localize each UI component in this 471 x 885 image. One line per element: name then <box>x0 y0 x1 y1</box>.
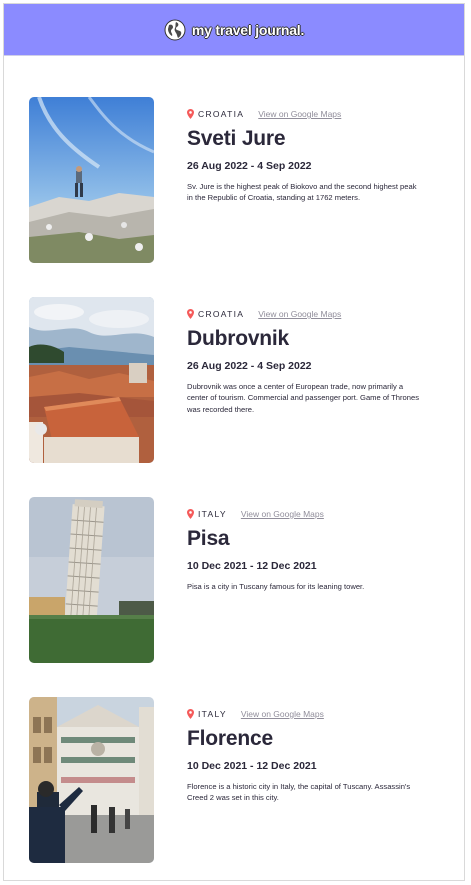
entry-photo <box>29 497 154 663</box>
globe-icon <box>164 19 186 40</box>
entry-location-row: ITALY View on Google Maps <box>187 707 427 721</box>
entry-info: CROATIA View on Google Maps Sveti Jure 2… <box>187 97 427 264</box>
entry-description: Pisa is a city in Tuscany famous for its… <box>187 582 365 591</box>
entry-info: ITALY View on Google Maps Florence 10 De… <box>187 697 427 864</box>
location-pin-icon <box>187 109 194 119</box>
entry-description: Dubrovnik was once a center of European … <box>187 382 419 414</box>
cathedral-square-photo <box>29 697 154 863</box>
mountain-peak-photo <box>29 97 154 263</box>
location-pin-icon <box>187 309 194 319</box>
journal-entry: CROATIA View on Google Maps Dubrovnik 26… <box>29 297 439 464</box>
entry-location-row: CROATIA View on Google Maps <box>187 107 427 121</box>
entry-title: Pisa <box>187 527 230 550</box>
app-frame: my travel journal. CROATIA View on Googl… <box>3 3 465 881</box>
google-maps-link[interactable]: View on Google Maps <box>258 109 341 119</box>
entry-photo <box>29 697 154 863</box>
leaning-tower-photo <box>29 497 154 663</box>
journal-entry: ITALY View on Google Maps Florence 10 De… <box>29 697 439 864</box>
entry-title: Dubrovnik <box>187 327 290 350</box>
entry-photo <box>29 97 154 263</box>
app-brand-title: my travel journal. <box>191 21 305 38</box>
entry-country: CROATIA <box>198 309 245 319</box>
entry-country: ITALY <box>198 509 227 519</box>
entry-dates: 10 Dec 2021 - 12 Dec 2021 <box>187 760 317 772</box>
entry-description: Sv. Jure is the highest peak of Biokovo … <box>187 182 417 203</box>
google-maps-link[interactable]: View on Google Maps <box>258 309 341 319</box>
app-header: my travel journal. <box>4 4 464 56</box>
entry-dates: 26 Aug 2022 - 4 Sep 2022 <box>187 160 312 172</box>
entry-info: CROATIA View on Google Maps Dubrovnik 26… <box>187 297 427 464</box>
entry-description: Florence is a historic city in Italy, th… <box>187 782 411 803</box>
location-pin-icon <box>187 509 194 519</box>
google-maps-link[interactable]: View on Google Maps <box>241 709 324 719</box>
entry-title: Sveti Jure <box>187 127 286 150</box>
entry-info: ITALY View on Google Maps Pisa 10 Dec 20… <box>187 497 427 664</box>
entry-dates: 10 Dec 2021 - 12 Dec 2021 <box>187 560 317 572</box>
journal-entry: CROATIA View on Google Maps Sveti Jure 2… <box>29 97 439 264</box>
entry-dates: 26 Aug 2022 - 4 Sep 2022 <box>187 360 312 372</box>
google-maps-link[interactable]: View on Google Maps <box>241 509 324 519</box>
journal-entry: ITALY View on Google Maps Pisa 10 Dec 20… <box>29 497 439 664</box>
entry-country: ITALY <box>198 709 227 719</box>
old-town-rooftops-photo <box>29 297 154 463</box>
entry-location-row: ITALY View on Google Maps <box>187 507 427 521</box>
entry-photo <box>29 297 154 463</box>
entry-country: CROATIA <box>198 109 245 119</box>
entry-location-row: CROATIA View on Google Maps <box>187 307 427 321</box>
location-pin-icon <box>187 709 194 719</box>
entry-title: Florence <box>187 727 273 750</box>
